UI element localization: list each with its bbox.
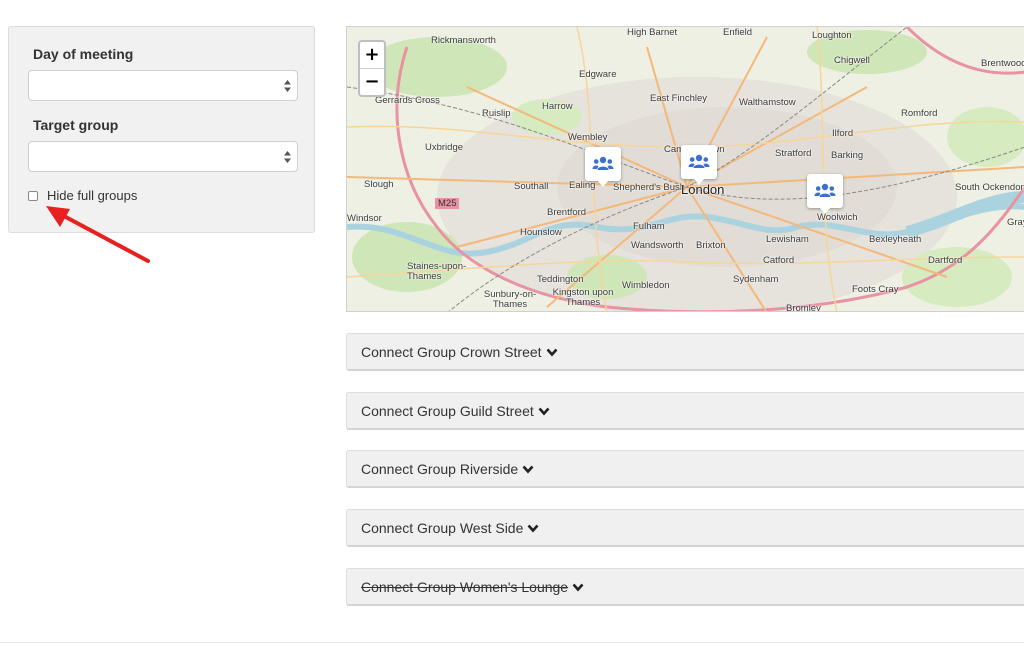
group-accordion-riverside[interactable]: Connect Group Riverside xyxy=(346,450,1024,488)
map-place-label: Catford xyxy=(763,255,795,266)
map-place-label: Uxbridge xyxy=(425,142,464,153)
map-place-label: Hounslow xyxy=(520,227,562,238)
group-accordion-guild-street[interactable]: Connect Group Guild Street xyxy=(346,392,1024,430)
map-place-label: Ruislip xyxy=(482,108,511,119)
footer-divider xyxy=(0,642,1024,643)
chevron-down-icon xyxy=(538,407,550,416)
users-icon xyxy=(814,183,836,197)
map-place-label: Romford xyxy=(901,108,938,119)
day-of-meeting-label: Day of meeting xyxy=(33,46,134,62)
map-place-label: Loughton xyxy=(812,30,852,41)
map-place-label: South Ockendon xyxy=(955,182,1024,193)
annotation-arrow-icon xyxy=(46,206,150,263)
map-place-label: Barking xyxy=(831,150,864,161)
map-place-label: Southall xyxy=(514,181,549,192)
map-place-label: Harrow xyxy=(542,101,573,112)
select-arrows-icon xyxy=(284,151,291,163)
map-place-label: Bromley xyxy=(786,303,821,312)
group-map[interactable]: Rickmansworth High Barnet Enfield Lought… xyxy=(346,26,1024,312)
map-place-label: Brixton xyxy=(696,240,726,251)
map-place-label: High Barnet xyxy=(627,27,678,38)
chevron-down-icon xyxy=(572,583,584,592)
map-place-label: Sunbury-on-Thames xyxy=(483,289,537,310)
map-place-label: Kingston upon Thames xyxy=(552,287,614,308)
users-icon xyxy=(688,154,710,168)
map-place-label: Brentford xyxy=(547,207,587,218)
group-accordion-header[interactable]: Connect Group Guild Street xyxy=(361,403,550,419)
zoom-in-button[interactable]: + xyxy=(360,42,384,69)
group-marker[interactable] xyxy=(585,147,621,187)
map-place-label: Chigwell xyxy=(834,55,870,66)
group-title: Connect Group Crown Street xyxy=(361,344,542,360)
map-place-label: Stratford xyxy=(775,148,812,159)
map-place-label: Slough xyxy=(364,179,394,190)
chevron-down-icon xyxy=(546,348,557,357)
zoom-control: + − xyxy=(358,40,386,97)
group-accordion-header[interactable]: Connect Group Riverside xyxy=(361,461,534,477)
map-place-label: Enfield xyxy=(723,27,753,38)
group-accordion-header[interactable]: Connect Group Crown Street xyxy=(361,344,558,360)
map-place-label: Ealing xyxy=(569,180,596,191)
map-place-label: Foots Cray xyxy=(852,284,899,295)
target-group-select[interactable] xyxy=(28,141,298,172)
map-place-label: Edgware xyxy=(579,69,617,80)
group-marker[interactable] xyxy=(807,174,843,214)
map-place-label: Teddington xyxy=(537,274,584,285)
map-place-label: M25 xyxy=(435,198,460,209)
group-marker[interactable] xyxy=(681,145,717,185)
group-accordion-west-side[interactable]: Connect Group West Side xyxy=(346,509,1024,547)
group-title: Connect Group Riverside xyxy=(361,461,519,477)
map-place-label: Fulham xyxy=(633,221,665,232)
target-group-label: Target group xyxy=(33,117,119,133)
day-of-meeting-select[interactable] xyxy=(28,70,298,101)
map-place-label: Grays xyxy=(1007,217,1024,228)
zoom-out-button[interactable]: − xyxy=(360,69,384,95)
group-accordion-womens-lounge[interactable]: Connect Group Women's Lounge xyxy=(346,568,1024,606)
group-title: Connect Group Guild Street xyxy=(361,403,534,419)
map-place-label: Ilford xyxy=(832,128,854,139)
map-place-label: East Finchley xyxy=(650,93,708,104)
hide-full-groups-checkbox[interactable] xyxy=(28,191,38,201)
map-place-label: Bexleyheath xyxy=(869,234,922,245)
map-place-label: Gerrards Cross xyxy=(375,95,440,106)
map-place-label: Staines-upon-Thames xyxy=(407,261,467,282)
group-accordion-header[interactable]: Connect Group Women's Lounge xyxy=(361,579,584,595)
map-place-label: Shepherd's Bush xyxy=(613,182,686,193)
map-place-label: Dartford xyxy=(928,255,963,266)
users-icon xyxy=(592,156,614,170)
group-accordion-header[interactable]: Connect Group West Side xyxy=(361,520,539,536)
map-place-label: Walthamstow xyxy=(739,97,796,108)
map-place-label: Rickmansworth xyxy=(431,35,496,46)
group-title: Connect Group West Side xyxy=(361,520,524,536)
map-place-label: Windsor xyxy=(347,213,382,224)
map-place-label: Wimbledon xyxy=(622,280,670,291)
group-title: Connect Group Women's Lounge xyxy=(361,579,569,595)
chevron-down-icon xyxy=(527,524,539,533)
group-accordion-crown-street[interactable]: Connect Group Crown Street xyxy=(346,333,1024,371)
select-arrows-icon xyxy=(284,80,291,92)
map-place-label: Wandsworth xyxy=(631,240,684,251)
map-place-label: Brentwood xyxy=(981,58,1024,69)
map-place-label: Lewisham xyxy=(766,234,809,245)
chevron-down-icon xyxy=(522,465,534,474)
map-place-label: Sydenham xyxy=(733,274,779,285)
map-place-label: Wembley xyxy=(568,132,608,143)
